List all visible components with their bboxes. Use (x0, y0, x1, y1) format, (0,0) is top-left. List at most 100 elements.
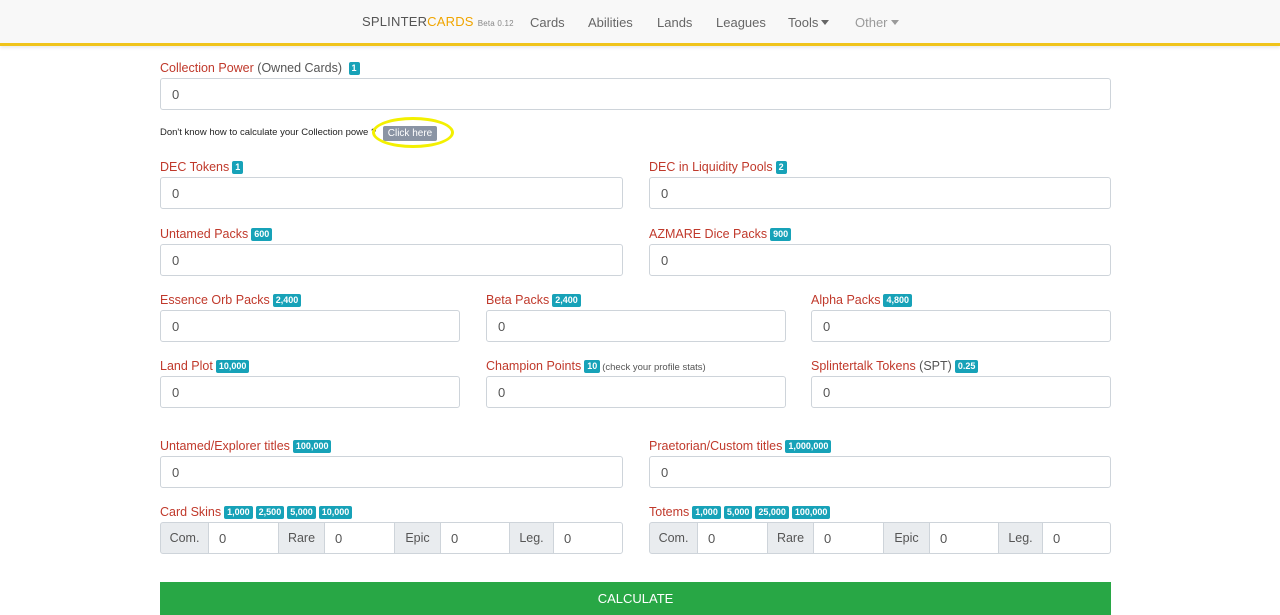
alpha-packs-badge: 4,800 (883, 294, 913, 307)
land-plot-label-text: Land Plot (160, 359, 213, 373)
card-skins-badge: 10,000 (318, 506, 353, 519)
totems-badge: 25,000 (755, 506, 789, 519)
untamed-packs-label-text: Untamed Packs (160, 227, 249, 241)
dec-liquidity-input[interactable] (649, 177, 1111, 209)
dec-tokens-badge: 1 (232, 161, 244, 174)
card-skins-badge: 5,000 (287, 506, 316, 519)
untamed-titles-badge: 100,000 (292, 440, 332, 453)
card-skins-badge: 2,500 (255, 506, 285, 519)
totems-rare-input[interactable] (813, 522, 884, 554)
untamed-packs-badge: 600 (251, 228, 273, 241)
land-plot-input[interactable] (160, 376, 460, 408)
spt-label: Splintertalk Tokens (SPT) 0.25 (811, 359, 979, 373)
card-skins-epic-input[interactable] (440, 522, 510, 554)
brand-part1: SPLINTER (362, 14, 428, 29)
spt-input[interactable] (811, 376, 1111, 408)
collection-power-badge: 1 (348, 62, 360, 75)
card-skins-epic-addon: Epic (394, 522, 441, 554)
totems-legendary-input[interactable] (1042, 522, 1111, 554)
totems-common-input[interactable] (697, 522, 768, 554)
nav-lands[interactable]: Lands (657, 15, 692, 30)
beta-packs-label: Beta Packs 2,400 (486, 293, 581, 307)
totems-rare-addon: Rare (767, 522, 814, 554)
card-skins-legendary-input[interactable] (553, 522, 623, 554)
collection-power-label: Collection Power (Owned Cards) 1 (160, 61, 360, 75)
collection-power-sub: (Owned Cards) (257, 61, 343, 75)
totems-common-addon: Com. (649, 522, 698, 554)
totems-badge: 1,000 (692, 506, 721, 519)
praetorian-titles-badge: 1,000,000 (785, 440, 832, 453)
untamed-packs-input[interactable] (160, 244, 623, 276)
dec-liquidity-label-text: DEC in Liquidity Pools (649, 160, 773, 174)
praetorian-titles-input[interactable] (649, 456, 1111, 488)
azmare-packs-input[interactable] (649, 244, 1111, 276)
nav-other-label: Other (855, 15, 888, 30)
card-skins-label: Card Skins 1,000 2,500 5,000 10,000 (160, 505, 353, 519)
essence-packs-label: Essence Orb Packs 2,400 (160, 293, 302, 307)
essence-packs-label-text: Essence Orb Packs (160, 293, 270, 307)
champion-points-label: Champion Points 10 (check your profile sta… (486, 359, 706, 373)
champion-points-badge: 10 (584, 360, 601, 373)
dec-liquidity-badge: 2 (775, 161, 787, 174)
dec-tokens-label: DEC Tokens 1 (160, 160, 244, 174)
essence-packs-input[interactable] (160, 310, 460, 342)
collection-help-mark: ? (370, 127, 377, 138)
caret-down-icon (890, 20, 899, 25)
card-skins-common-addon: Com. (160, 522, 209, 554)
card-skins-rare-input[interactable] (324, 522, 395, 554)
nav-tools-label: Tools (788, 15, 819, 30)
azmare-packs-badge: 900 (770, 228, 792, 241)
dec-tokens-label-text: DEC Tokens (160, 160, 230, 174)
nav-other-dropdown[interactable]: Other (855, 15, 899, 30)
land-plot-label: Land Plot 10,000 (160, 359, 250, 373)
champion-points-input[interactable] (486, 376, 786, 408)
beta-packs-input[interactable] (486, 310, 786, 342)
totems-legendary-addon: Leg. (998, 522, 1043, 554)
champion-points-hint: (check your profile stats) (602, 362, 706, 373)
untamed-titles-input[interactable] (160, 456, 623, 488)
azmare-packs-label: AZMARE Dice Packs 900 (649, 227, 792, 241)
untamed-titles-label-text: Untamed/Explorer titles (160, 439, 290, 453)
card-skins-badge: 1,000 (224, 506, 253, 519)
spt-sub: (SPT) (919, 359, 952, 373)
dec-tokens-input[interactable] (160, 177, 623, 209)
untamed-packs-label: Untamed Packs 600 (160, 227, 273, 241)
nav-leagues[interactable]: Leagues (716, 15, 766, 30)
alpha-packs-input[interactable] (811, 310, 1111, 342)
spt-badge: 0.25 (954, 360, 979, 373)
brand-logo[interactable]: SPLINTERCARDS Beta 0.12 (362, 14, 514, 29)
totems-label: Totems 1,000 5,000 25,000 100,000 (649, 505, 831, 519)
totems-epic-addon: Epic (883, 522, 930, 554)
totems-badge: 5,000 (723, 506, 753, 519)
card-skins-common-input[interactable] (208, 522, 279, 554)
card-skins-label-text: Card Skins (160, 505, 222, 519)
praetorian-titles-label: Praetorian/Custom titles 1,000,000 (649, 439, 832, 453)
praetorian-titles-label-text: Praetorian/Custom titles (649, 439, 783, 453)
totems-epic-input[interactable] (929, 522, 999, 554)
champion-points-label-text: Champion Points (486, 359, 582, 373)
beta-packs-label-text: Beta Packs (486, 293, 550, 307)
brand-part2: CARDS (427, 14, 474, 29)
collection-help-text-body: Don't know how to calculate your Collect… (160, 127, 369, 138)
untamed-titles-label: Untamed/Explorer titles 100,000 (160, 439, 332, 453)
calculate-button[interactable]: CALCULATE (160, 582, 1111, 615)
azmare-packs-label-text: AZMARE Dice Packs (649, 227, 768, 241)
card-skins-legendary-addon: Leg. (509, 522, 554, 554)
caret-down-icon (821, 20, 830, 25)
dec-liquidity-label: DEC in Liquidity Pools 2 (649, 160, 787, 174)
navbar: SPLINTERCARDS Beta 0.12 Cards Abilities L… (0, 0, 1280, 46)
beta-packs-badge: 2,400 (552, 294, 581, 307)
click-here-button[interactable]: Click here (383, 126, 437, 141)
brand-beta: Beta 0.12 (477, 19, 514, 28)
nav-tools-dropdown[interactable]: Tools (788, 15, 830, 30)
collection-power-label-text: Collection Power (160, 61, 254, 75)
alpha-packs-label: Alpha Packs 4,800 (811, 293, 913, 307)
nav-cards[interactable]: Cards (530, 15, 565, 30)
collection-power-input[interactable] (160, 78, 1111, 110)
collection-help-text: Don't know how to calculate your Collect… (160, 127, 376, 138)
totems-badge: 100,000 (791, 506, 831, 519)
card-skins-rare-addon: Rare (278, 522, 325, 554)
totems-label-text: Totems (649, 505, 690, 519)
alpha-packs-label-text: Alpha Packs (811, 293, 881, 307)
nav-abilities[interactable]: Abilities (588, 15, 633, 30)
